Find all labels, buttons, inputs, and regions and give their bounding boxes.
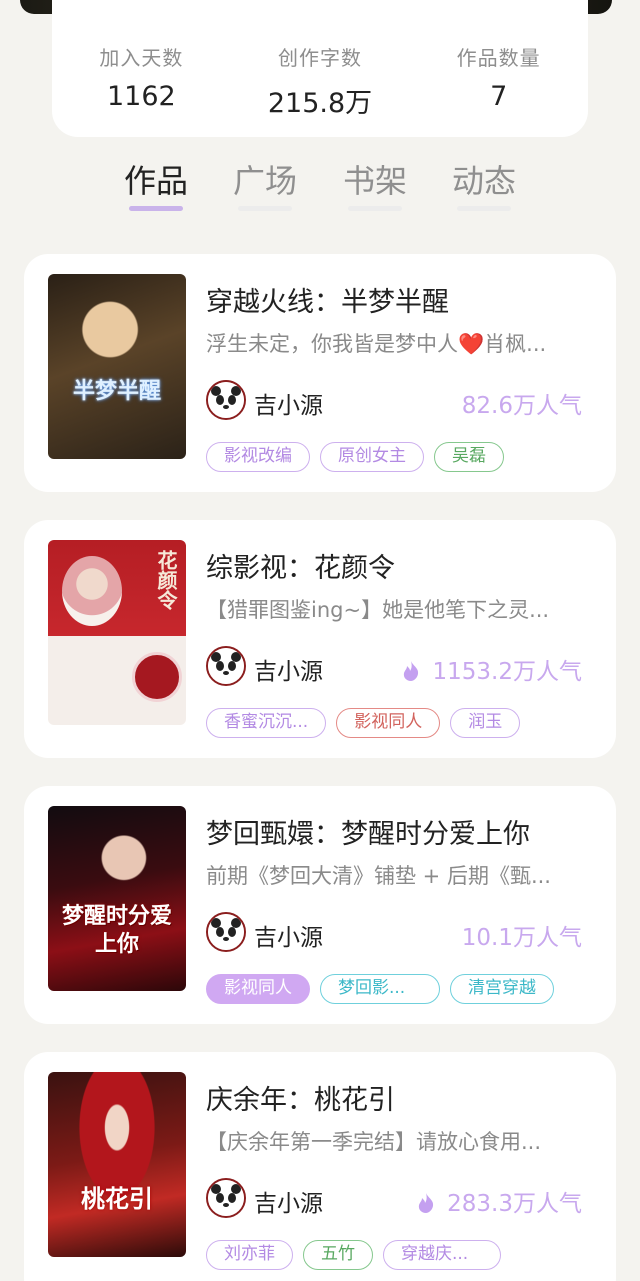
tag[interactable]: 影视同人 bbox=[336, 708, 441, 738]
popularity-value: 1153.2万人气 bbox=[432, 659, 582, 685]
popularity-value: 10.1万人气 bbox=[461, 925, 582, 951]
author-row: 吉小源 283.3万人气 bbox=[206, 1178, 582, 1218]
book-card[interactable]: 桃花引 庆余年：桃花引 【庆余年第一季完结】请放心食用... 吉小源 283.3… bbox=[24, 1052, 616, 1281]
profile-stats: 加入天数 1162 创作字数 215.8万 作品数量 7 bbox=[52, 0, 588, 137]
tag[interactable]: 清宫穿越 bbox=[450, 974, 554, 1004]
stat-value: 1162 bbox=[106, 81, 176, 112]
tab-indicator bbox=[457, 206, 511, 211]
author-row: 吉小源 82.6万人气 bbox=[206, 380, 582, 420]
stat-works-count: 作品数量 7 bbox=[409, 42, 588, 137]
book-card[interactable]: 梦醒时分爱上你 梦回甄嬛：梦醒时分爱上你 前期《梦回大清》铺垫 + 后期《甄..… bbox=[24, 786, 616, 1024]
popularity: 10.1万人气 bbox=[462, 918, 582, 952]
tag[interactable]: 影视改编 bbox=[206, 442, 310, 472]
author-name[interactable]: 吉小源 bbox=[254, 386, 323, 420]
book-title[interactable]: 梦回甄嬛：梦醒时分爱上你 bbox=[206, 812, 530, 851]
tag[interactable]: 刘亦菲 bbox=[206, 1240, 293, 1270]
panda-avatar[interactable] bbox=[206, 912, 246, 952]
book-cover[interactable]: 桃花引 bbox=[48, 1072, 186, 1257]
tab-square[interactable]: 广场 bbox=[210, 156, 320, 202]
book-card[interactable]: 花颜令 综影视：花颜令 【猎罪图鉴ing~】她是他笔下之灵... 吉小源 115… bbox=[24, 520, 616, 758]
tag-list: 影视改编 原创女主 吴磊 bbox=[206, 442, 504, 472]
author-name[interactable]: 吉小源 bbox=[254, 918, 323, 952]
stat-join-days: 加入天数 1162 bbox=[52, 42, 231, 137]
author-name[interactable]: 吉小源 bbox=[254, 1184, 323, 1218]
panda-avatar[interactable] bbox=[206, 380, 246, 420]
tag[interactable]: 原创女主 bbox=[320, 442, 424, 472]
flame-icon bbox=[402, 660, 426, 684]
book-cover[interactable]: 梦醒时分爱上你 bbox=[48, 806, 186, 991]
tag[interactable]: 吴磊 bbox=[434, 442, 504, 472]
tag[interactable]: 五竹 bbox=[303, 1240, 373, 1270]
author-name[interactable]: 吉小源 bbox=[254, 652, 323, 686]
popularity: 82.6万人气 bbox=[462, 386, 582, 420]
stat-value: 7 bbox=[490, 81, 508, 112]
cover-title: 半梦半醒 bbox=[72, 378, 161, 404]
book-title[interactable]: 综影视：花颜令 bbox=[206, 546, 395, 585]
tag[interactable]: 穿越庆... bbox=[383, 1240, 501, 1270]
tag[interactable]: 梦回影... bbox=[320, 974, 440, 1004]
tab-indicator bbox=[238, 206, 292, 211]
stat-value: 215.8万 bbox=[267, 88, 373, 119]
cover-title: 桃花引 bbox=[81, 1184, 153, 1213]
author-row: 吉小源 10.1万人气 bbox=[206, 912, 582, 952]
cover-title: 花颜令 bbox=[154, 550, 178, 610]
book-description: 【猎罪图鉴ing~】她是他笔下之灵... bbox=[206, 598, 550, 622]
tag-list: 香蜜沉沉... 影视同人 润玉 bbox=[206, 708, 521, 738]
book-title[interactable]: 庆余年：桃花引 bbox=[206, 1078, 395, 1117]
tab-activity[interactable]: 动态 bbox=[429, 156, 539, 202]
book-description: 【庆余年第一季完结】请放心食用... bbox=[206, 1130, 542, 1154]
popularity-value: 283.3万人气 bbox=[447, 1191, 582, 1217]
tab-bookshelf[interactable]: 书架 bbox=[320, 156, 430, 202]
flame-icon bbox=[417, 1192, 441, 1216]
book-description: 前期《梦回大清》铺垫 + 后期《甄... bbox=[206, 864, 551, 888]
author-row: 吉小源 1153.2万人气 bbox=[206, 646, 582, 686]
book-cover[interactable]: 花颜令 bbox=[48, 540, 186, 725]
cover-emblem bbox=[132, 652, 182, 702]
tab-indicator bbox=[129, 206, 183, 211]
stat-word-count: 创作字数 215.8万 bbox=[231, 42, 410, 137]
stat-label: 创作字数 bbox=[278, 46, 362, 70]
book-card[interactable]: 半梦半醒 穿越火线：半梦半醒 浮生未定，你我皆是梦中人❤️肖枫... 吉小源 8… bbox=[24, 254, 616, 492]
tag[interactable]: 润玉 bbox=[450, 708, 521, 738]
book-description: 浮生未定，你我皆是梦中人❤️肖枫... bbox=[206, 332, 547, 356]
stat-label: 加入天数 bbox=[99, 46, 184, 70]
tag-list: 影视同人 梦回影... 清宫穿越 bbox=[206, 974, 554, 1004]
cover-portrait bbox=[62, 556, 122, 626]
popularity: 1153.2万人气 bbox=[402, 652, 582, 686]
popularity: 283.3万人气 bbox=[417, 1184, 582, 1218]
tab-indicator bbox=[348, 206, 402, 211]
stat-label: 作品数量 bbox=[456, 46, 541, 70]
popularity-value: 82.6万人气 bbox=[461, 393, 582, 419]
panda-avatar[interactable] bbox=[206, 646, 246, 686]
cover-title: 梦醒时分爱上你 bbox=[61, 903, 172, 957]
book-title[interactable]: 穿越火线：半梦半醒 bbox=[206, 280, 449, 319]
tag[interactable]: 影视同人 bbox=[206, 974, 310, 1004]
tag[interactable]: 香蜜沉沉... bbox=[206, 708, 327, 738]
tab-works[interactable]: 作品 bbox=[101, 156, 211, 202]
panda-avatar[interactable] bbox=[206, 1178, 246, 1218]
tab-bar: 作品 广场 书架 动态 bbox=[0, 148, 640, 218]
tag-list: 刘亦菲 五竹 穿越庆... bbox=[206, 1240, 501, 1270]
book-cover[interactable]: 半梦半醒 bbox=[48, 274, 186, 459]
